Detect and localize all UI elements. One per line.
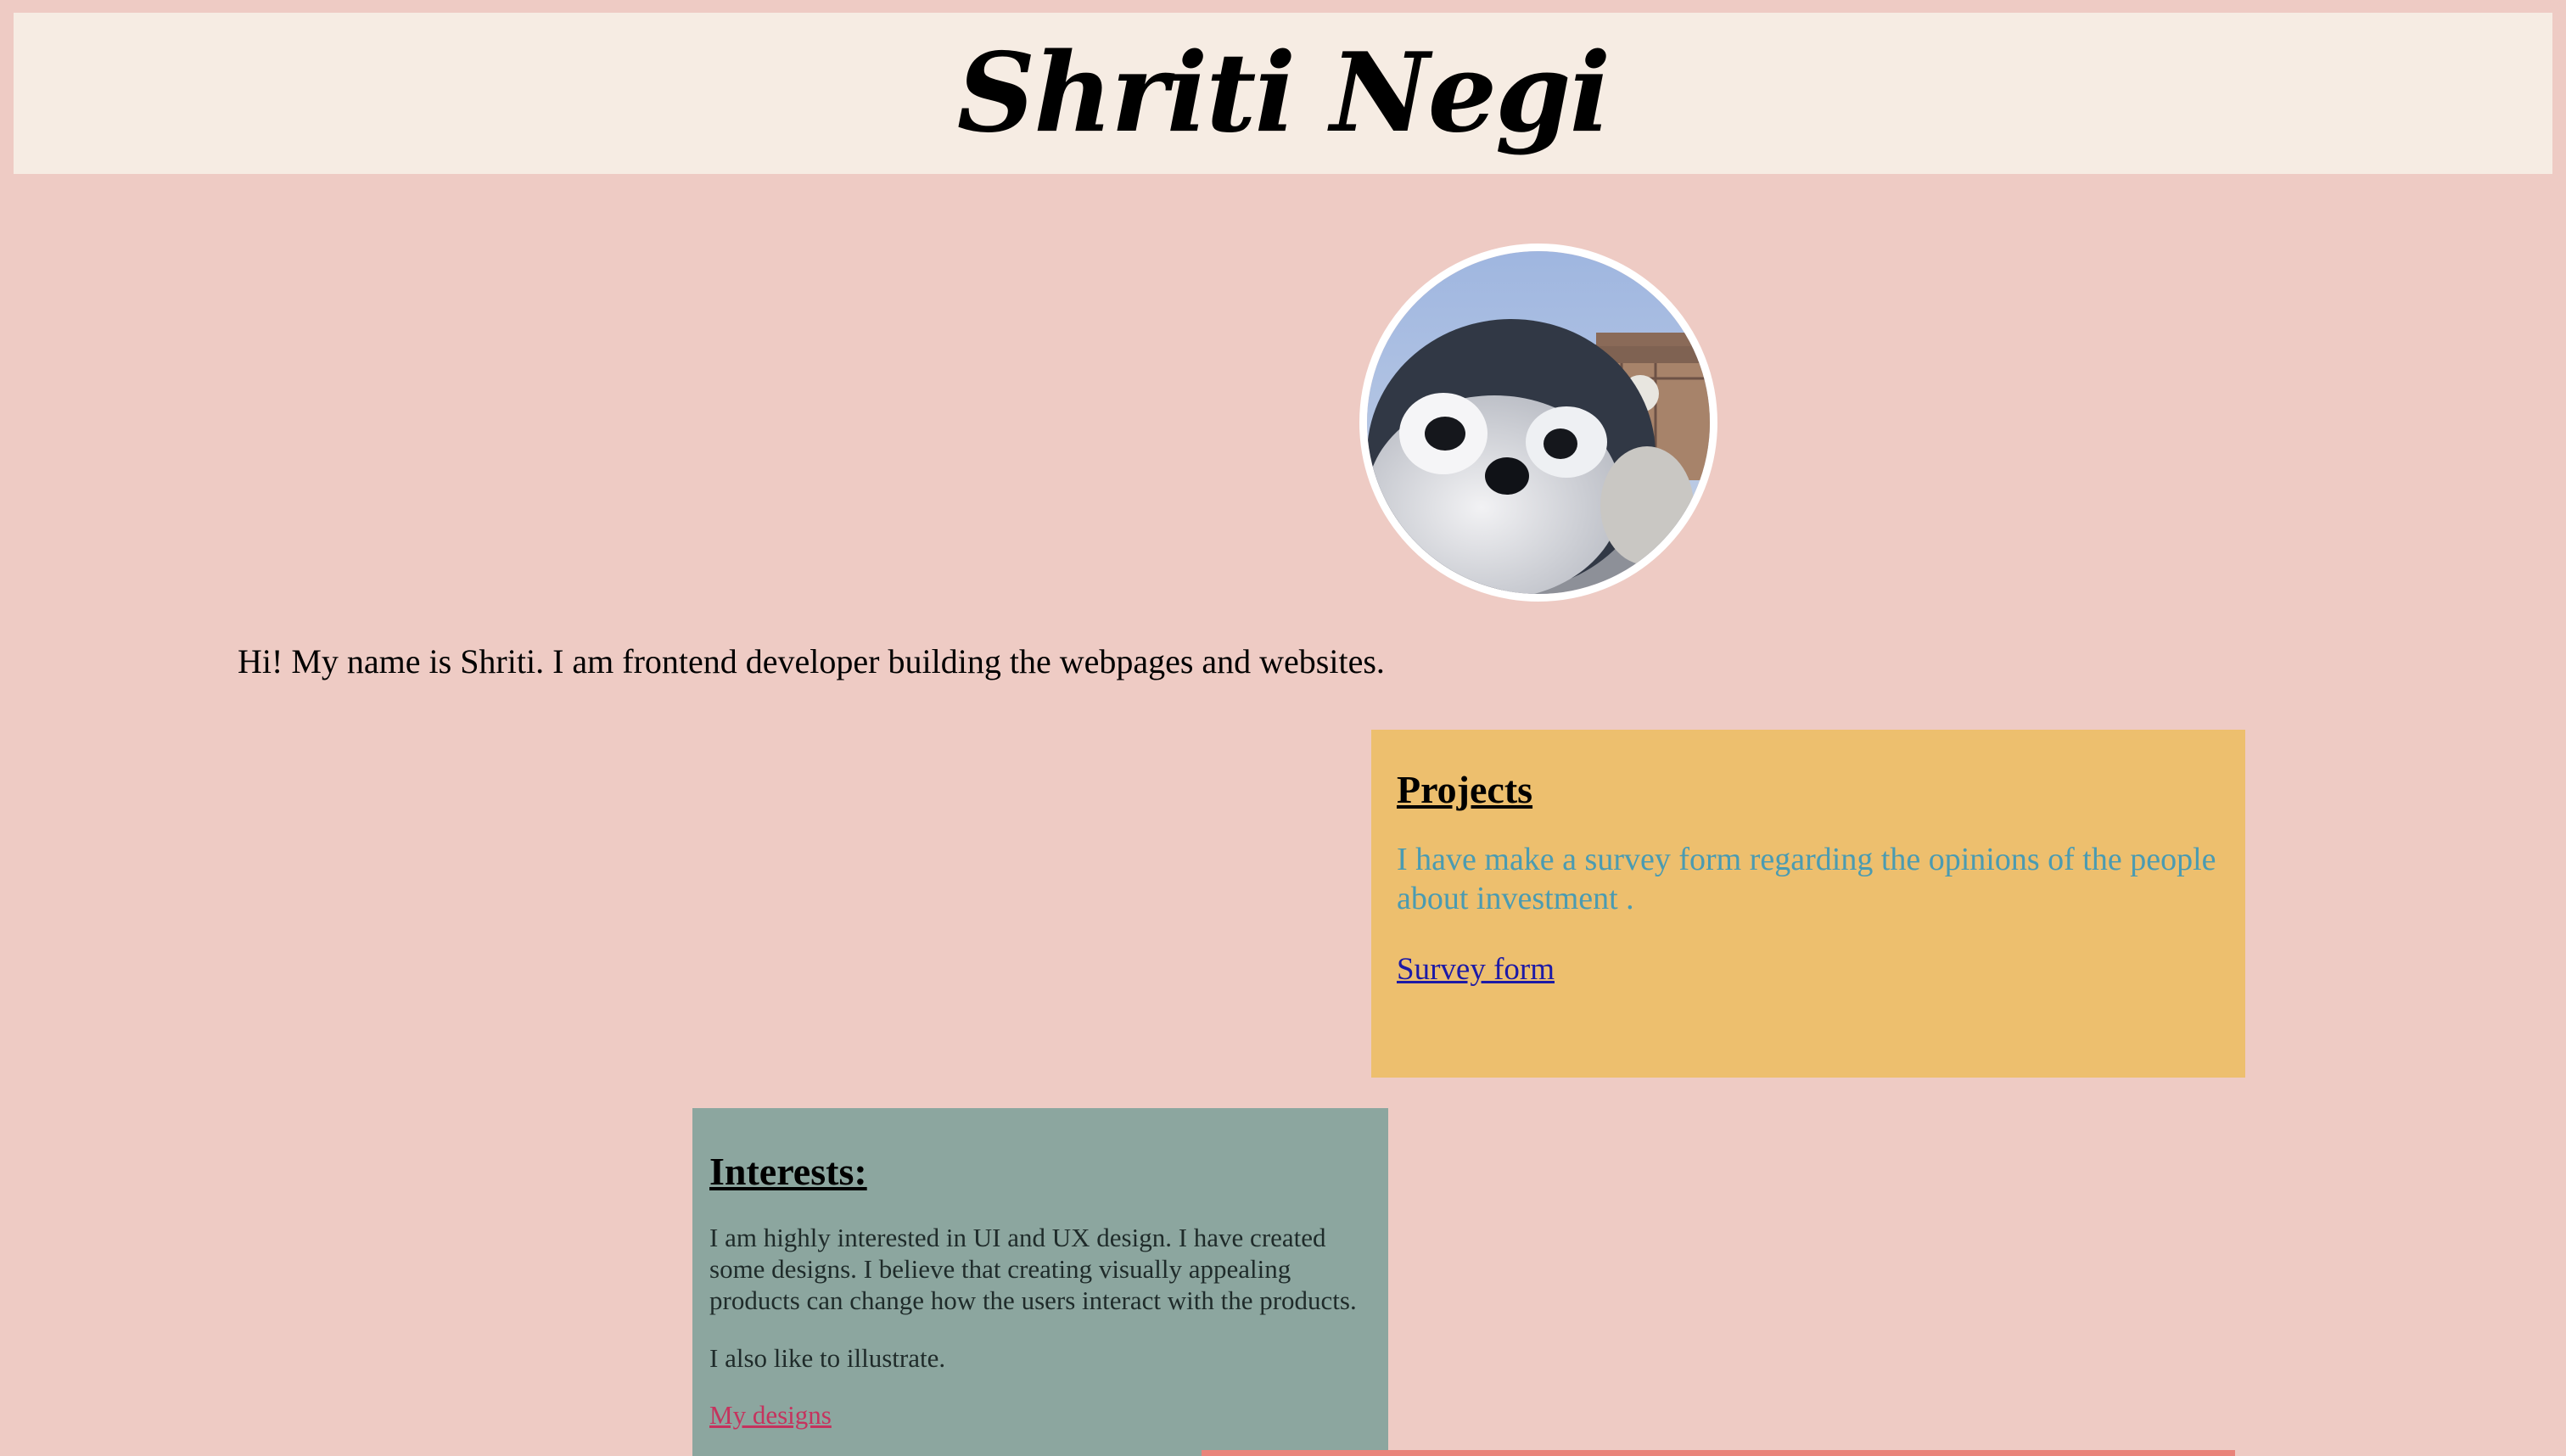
interests-heading: Interests: (709, 1150, 867, 1193)
projects-heading: Projects (1397, 768, 1533, 811)
interests-illustrate-text: I also like to illustrate. (709, 1343, 946, 1373)
interests-section: Interests: I am highly interested in UI … (692, 1108, 1388, 1456)
interests-paragraph: I am highly interested in UI and UX desi… (709, 1223, 1357, 1315)
next-section-edge (1202, 1450, 2235, 1456)
profile-avatar (1359, 244, 1717, 602)
penguin-chick-photo (1367, 251, 1710, 594)
site-header: Shriti Negi (14, 13, 2552, 174)
my-designs-link[interactable]: My designs (709, 1399, 832, 1431)
intro-text: Hi! My name is Shriti. I am frontend dev… (238, 642, 1385, 680)
site-title: Shriti Negi (956, 30, 1611, 157)
projects-section: Projects I have make a survey form regar… (1371, 730, 2245, 1078)
survey-form-link[interactable]: Survey form (1397, 950, 1555, 989)
projects-description: I have make a survey form regarding the … (1397, 842, 2216, 916)
